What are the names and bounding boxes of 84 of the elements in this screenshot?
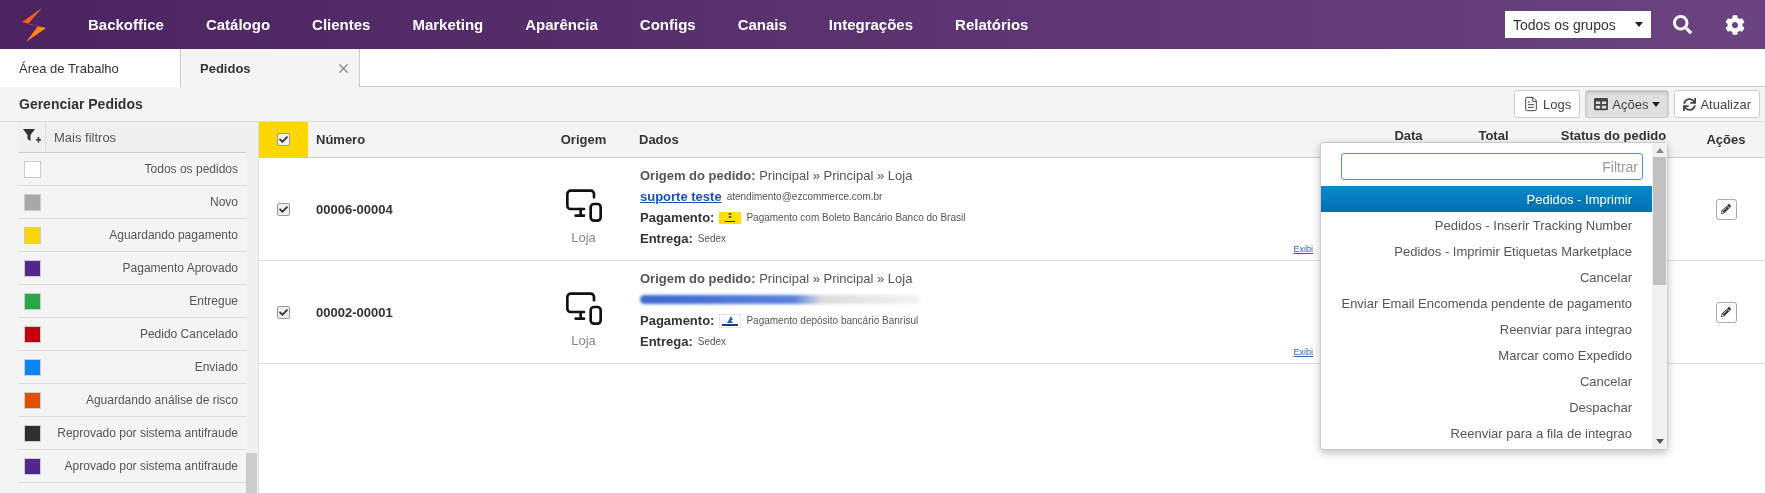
filter-header[interactable]: Mais filtros (19, 122, 246, 153)
origin-label: Loja (571, 332, 596, 348)
caret-icon (1635, 22, 1643, 27)
pencil-icon (1721, 307, 1731, 317)
group-select[interactable]: Todos os grupos (1505, 11, 1651, 38)
table-icon (1594, 97, 1609, 111)
details-link[interactable]: Exibi (1293, 244, 1313, 254)
menu-item[interactable]: Cancelar (1321, 264, 1652, 290)
scrollbar-thumb[interactable] (246, 453, 257, 493)
menu-item[interactable]: Pedidos - Imprimir (1321, 186, 1652, 212)
toolbar-button[interactable]: Logs (1514, 90, 1581, 118)
pencil-icon (1721, 204, 1731, 214)
menu-item[interactable]: Pedidos - Imprimir Etiquetas Marketplace (1321, 238, 1652, 264)
status-filter-item[interactable]: Pagamento Aprovado (19, 252, 246, 285)
order-number: 00002-00001 (316, 304, 393, 320)
search-icon[interactable] (1673, 15, 1692, 34)
caret-icon (1652, 101, 1661, 107)
menu-item[interactable]: Marcar como Expedido (1321, 342, 1652, 368)
order-origin-text: Origem do pedido: Principal » Principal » Loja (640, 271, 913, 286)
menu-item[interactable]: Despachar (1321, 394, 1652, 420)
column-header: Data (1393, 127, 1424, 143)
status-filter-item[interactable]: Aguardando pagamento (19, 219, 246, 252)
delivery-label: Entrega: (640, 231, 693, 246)
scroll-down-icon[interactable] (1655, 439, 1664, 444)
delivery-label: Entrega: (640, 334, 693, 349)
menu-item[interactable]: Cancelar (1321, 368, 1652, 394)
details-link[interactable]: Exibi (1293, 347, 1313, 357)
column-header: Dados (638, 131, 680, 149)
status-filter-item[interactable]: Enviado (19, 351, 246, 384)
nav-link[interactable]: Relatórios (934, 16, 1050, 33)
status-filter-item[interactable]: Novo (19, 186, 246, 219)
scroll-up-icon[interactable] (1655, 148, 1664, 153)
checkbox[interactable] (277, 133, 290, 146)
bank-logo-icon (719, 211, 742, 224)
status-filter-item[interactable]: Pedido Cancelado (19, 318, 246, 351)
status-filter-item[interactable]: Entregue (19, 285, 246, 318)
checkbox[interactable] (277, 305, 290, 319)
status-filter-item[interactable]: Aprovado por sistema antifraude (19, 450, 246, 483)
menu-item[interactable]: Reenviar para a fila de integrao (1321, 420, 1652, 446)
payment-method: Pagamento com Boleto Bancário Banco do Brasil (746, 212, 966, 223)
column-header: Status do pedido (1559, 127, 1668, 143)
menu-item[interactable]: Reenviar para integrao (1321, 316, 1652, 342)
customer-email: atendimento@ezcommerce.com.br (726, 191, 883, 202)
column-header: Origem (559, 131, 608, 149)
toolbar-button[interactable]: Atualizar (1674, 90, 1760, 118)
menu-item[interactable]: Pedidos - Inserir Tracking Number (1321, 212, 1652, 238)
nav-link[interactable]: Backoffice (67, 16, 185, 33)
order-number: 00006-00004 (316, 201, 393, 217)
nav-link[interactable]: Integrações (807, 16, 935, 33)
nav-link[interactable]: Configs (618, 16, 717, 33)
delivery-method: Sedex (697, 336, 727, 347)
nav-link[interactable]: Marketing (391, 16, 505, 33)
status-filter-item[interactable]: Reprovado por sistema antifraude (19, 417, 246, 450)
customer-link[interactable]: suporte teste (640, 189, 722, 204)
column-header: Ações (1705, 131, 1747, 149)
column-header: Total (1477, 127, 1510, 143)
filter-plus-icon[interactable] (23, 129, 41, 145)
nav-link[interactable]: Canais (716, 16, 808, 33)
menu-item[interactable]: Enviar Email Encomenda pendente de pagamento (1321, 290, 1652, 316)
nav-link[interactable]: Aparência (504, 16, 619, 33)
document-icon (1523, 96, 1540, 112)
nav-link[interactable]: Catálogo (184, 16, 292, 33)
payment-label: Pagamento: (640, 313, 715, 328)
filter-label: Mais filtros (54, 129, 117, 145)
tab[interactable]: Pedidos (180, 49, 360, 87)
checkbox[interactable] (277, 202, 290, 216)
edit-button[interactable] (1715, 301, 1737, 323)
column-header: Número (315, 131, 367, 149)
settings-icon[interactable] (1725, 14, 1745, 35)
bank-logo-icon (719, 313, 742, 328)
edit-button[interactable] (1715, 198, 1737, 220)
delivery-method: Sedex (697, 233, 727, 244)
order-origin-text: Origem do pedido: Principal » Principal » Loja (640, 168, 913, 183)
origin-label: Loja (571, 229, 596, 245)
scrollbar-thumb[interactable] (1653, 157, 1666, 285)
payment-label: Pagamento: (640, 210, 715, 225)
status-filter-item[interactable]: Aguardando análise de risco (19, 384, 246, 417)
payment-method: Pagamento depósito bancário Banrisul (746, 315, 919, 326)
status-filter-item[interactable]: Todos os pedidos (19, 153, 246, 186)
refresh-icon (1683, 97, 1697, 111)
nav-link[interactable]: Clientes (291, 16, 392, 33)
filter-field[interactable]: Filtrar (1341, 153, 1643, 180)
page-title: Gerenciar Pedidos (19, 96, 143, 112)
toolbar-button[interactable]: Ações (1585, 90, 1670, 118)
